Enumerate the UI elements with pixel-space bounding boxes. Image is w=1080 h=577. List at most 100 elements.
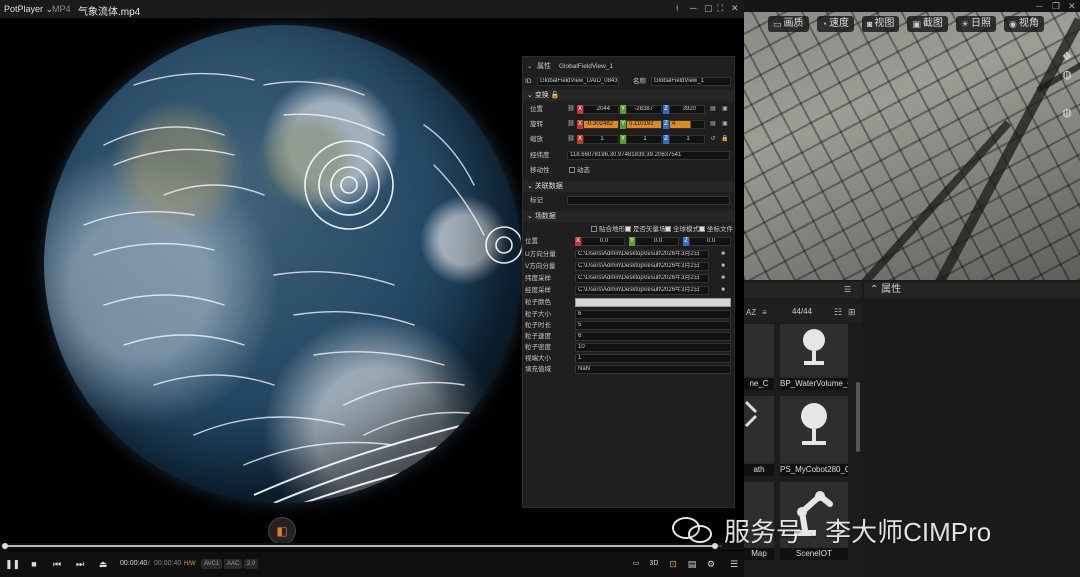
particle-color-swatch[interactable] [575, 298, 731, 307]
asset-tile[interactable]: BP_WaterVolume_C [780, 324, 848, 390]
lock-icon[interactable]: 🔒 [721, 135, 729, 144]
sort-az-icon[interactable]: AZ [746, 308, 756, 317]
quality-button[interactable]: ▭ 画质 [768, 16, 809, 32]
list-view-icon[interactable]: ☷ [834, 307, 842, 318]
position-x-input[interactable]: 2044 [583, 105, 619, 114]
id-field[interactable]: GlobalFieldView_UAID_0843 [537, 77, 619, 86]
lon-sampling-path-input[interactable]: C:\Users\Admin\Desktop\result\2026年3月2日 [575, 286, 709, 295]
previous-icon[interactable]: ⏮ [51, 558, 63, 570]
restore-icon[interactable]: ▢ [704, 3, 713, 14]
move-icon[interactable]: ✥ [1060, 50, 1074, 64]
folder-icon[interactable]: ■ [719, 286, 727, 295]
scale-x-input[interactable]: 1 [583, 135, 619, 144]
particle-size-input[interactable]: 6 [575, 310, 731, 319]
sort-icon[interactable]: ≡ [762, 308, 767, 317]
scale-y-input[interactable]: 1 [626, 135, 662, 144]
position-y-input[interactable]: -28387 [626, 105, 662, 114]
name-field[interactable]: GlobalFieldView_1 [651, 77, 731, 86]
asset-tile[interactable]: ne_C [744, 324, 774, 390]
coordinate-file-checkbox[interactable] [699, 226, 705, 232]
speed-button[interactable]: ◔ 速度 [816, 16, 854, 32]
globe-icon[interactable]: ◍ [1060, 68, 1074, 82]
transform-section-header[interactable]: ⌄ 变换 🔓 [523, 90, 734, 101]
chevron-up-icon[interactable]: ⌃ [870, 284, 881, 295]
screenshot-button[interactable]: ▣ 截图 [907, 16, 948, 32]
menu-icon[interactable]: ☰ [728, 558, 740, 570]
pin-icon[interactable]: ⍿ [676, 3, 678, 14]
field-position-x-input[interactable]: 0.0 [581, 237, 625, 246]
pause-icon[interactable]: ❚❚ [5, 558, 20, 570]
field-position-z-input[interactable]: 0.0 [689, 237, 731, 246]
playlist-icon[interactable]: ▤ [686, 558, 698, 570]
lock-icon[interactable]: 🔓 [551, 92, 560, 99]
asset-tile[interactable]: ath [744, 396, 774, 476]
u-component-path-input[interactable]: C:\Users\Admin\Desktop\result\2026年3月2日 [575, 250, 709, 259]
particle-density-input[interactable]: 10 [575, 343, 731, 352]
restore-icon[interactable]: ❐ [1052, 1, 1060, 12]
close-icon[interactable]: ✕ [1068, 1, 1076, 12]
player-logo-icon[interactable]: ◧ [268, 517, 296, 545]
geo-coordinate-input[interactable]: 118.66078196,30.97481839,39.20637541 [567, 151, 730, 160]
fullscreen-icon[interactable]: ⛶ [717, 3, 723, 14]
asset-tile[interactable]: PS_MyCobot280_C [780, 396, 848, 476]
field-section-header[interactable]: ⌄ 场数据 [523, 211, 734, 222]
hw-badge[interactable]: H/W [181, 559, 199, 569]
vector-field-checkbox[interactable] [625, 226, 631, 232]
particle-speed-input[interactable]: 6 [575, 332, 731, 341]
paste-icon[interactable]: ▣ [721, 105, 729, 114]
rotation-z-input[interactable]: 4 [669, 120, 705, 129]
paste-icon[interactable]: ▣ [721, 120, 729, 129]
reset-icon[interactable]: ↺ [709, 135, 717, 144]
rotation-x-input[interactable]: -0.302482 [583, 120, 619, 129]
terrain-fit-checkbox[interactable] [591, 226, 597, 232]
fill-range-input[interactable]: NaN [575, 365, 731, 374]
view-button[interactable]: ◙ 视图 [861, 16, 900, 32]
sunlight-button[interactable]: ☀ 日照 [955, 16, 996, 32]
folder-icon[interactable]: ■ [719, 274, 727, 283]
view-size-row: 视端大小 1 [523, 353, 734, 364]
link-icon[interactable]: ⛓ [567, 120, 575, 129]
seek-bar[interactable] [0, 543, 744, 550]
chevron-down-icon[interactable]: ⌄ [527, 61, 532, 72]
next-icon[interactable]: ⏭ [74, 558, 86, 570]
folder-icon[interactable]: ■ [719, 250, 727, 259]
view-angle-button[interactable]: ◉ 视角 [1003, 16, 1044, 32]
position-z-input[interactable]: 3920 [669, 105, 705, 114]
globe-icon[interactable]: ◍ [1060, 106, 1074, 120]
stop-icon[interactable]: ■ [28, 558, 40, 570]
3d-viewport[interactable]: ▭ 画质 ◔ 速度 ◙ 视图 ▣ 截图 ☀ 日照 ◉ 视角 ✥ ◍ ◍ [744, 12, 1080, 280]
rotation-y-input[interactable]: 0.110192 [626, 120, 662, 129]
lat-sampling-path-input[interactable]: C:\Users\Admin\Desktop\result\2026年3月2日 [575, 274, 709, 283]
field-position-y-input[interactable]: 0.0 [635, 237, 679, 246]
close-icon[interactable]: ✕ [731, 3, 739, 14]
v-component-path-input[interactable]: C:\Users\Admin\Desktop\result\2026年3月2日 [575, 262, 709, 271]
seek-start-knob[interactable] [2, 543, 8, 549]
link-icon[interactable]: ⛓ [567, 105, 575, 114]
particle-life-input[interactable]: 5 [575, 321, 731, 330]
folder-icon[interactable]: ■ [719, 262, 727, 271]
link-icon[interactable]: ⛓ [567, 135, 575, 144]
settings-gear-icon[interactable]: ⚙ [705, 558, 717, 570]
grid-view-icon[interactable]: ⊞ [848, 307, 856, 318]
global-mode-checkbox[interactable] [665, 226, 671, 232]
mobility-checkbox[interactable] [569, 167, 575, 173]
minimize-icon[interactable]: ─ [690, 3, 696, 13]
relation-section-header[interactable]: ⌄ 关联数据 [523, 181, 734, 192]
content-scrollbar[interactable] [856, 382, 860, 452]
player-controls: ❚❚ ■ ⏮ ⏭ ⏏ 00:00:40 / 00:00:40 H/W AVC1 … [0, 551, 744, 577]
copy-icon[interactable]: ▤ [709, 120, 717, 129]
view-size-input[interactable]: 1 [575, 354, 731, 363]
scale-z-input[interactable]: 1 [669, 135, 705, 144]
eject-icon[interactable]: ⏏ [97, 558, 109, 570]
minimize-icon[interactable]: ─ [1036, 1, 1042, 11]
subtitle-icon[interactable]: ▭ [630, 558, 642, 570]
tag-input[interactable] [567, 196, 730, 205]
copy-icon[interactable]: ▤ [709, 105, 717, 114]
audio-channels-badge: 2.0 [244, 559, 259, 569]
mobility-row: 移动性 动态 [530, 167, 590, 174]
3d-icon[interactable]: 3D [648, 558, 660, 570]
list-icon[interactable]: ☰ [844, 285, 851, 294]
capture-icon[interactable]: ⊡ [667, 558, 679, 570]
lat-sampling-row: 纬度采样 C:\Users\Admin\Desktop\result\2026年… [523, 273, 734, 284]
app-menu[interactable]: PotPlayer ⌄ [4, 4, 53, 15]
